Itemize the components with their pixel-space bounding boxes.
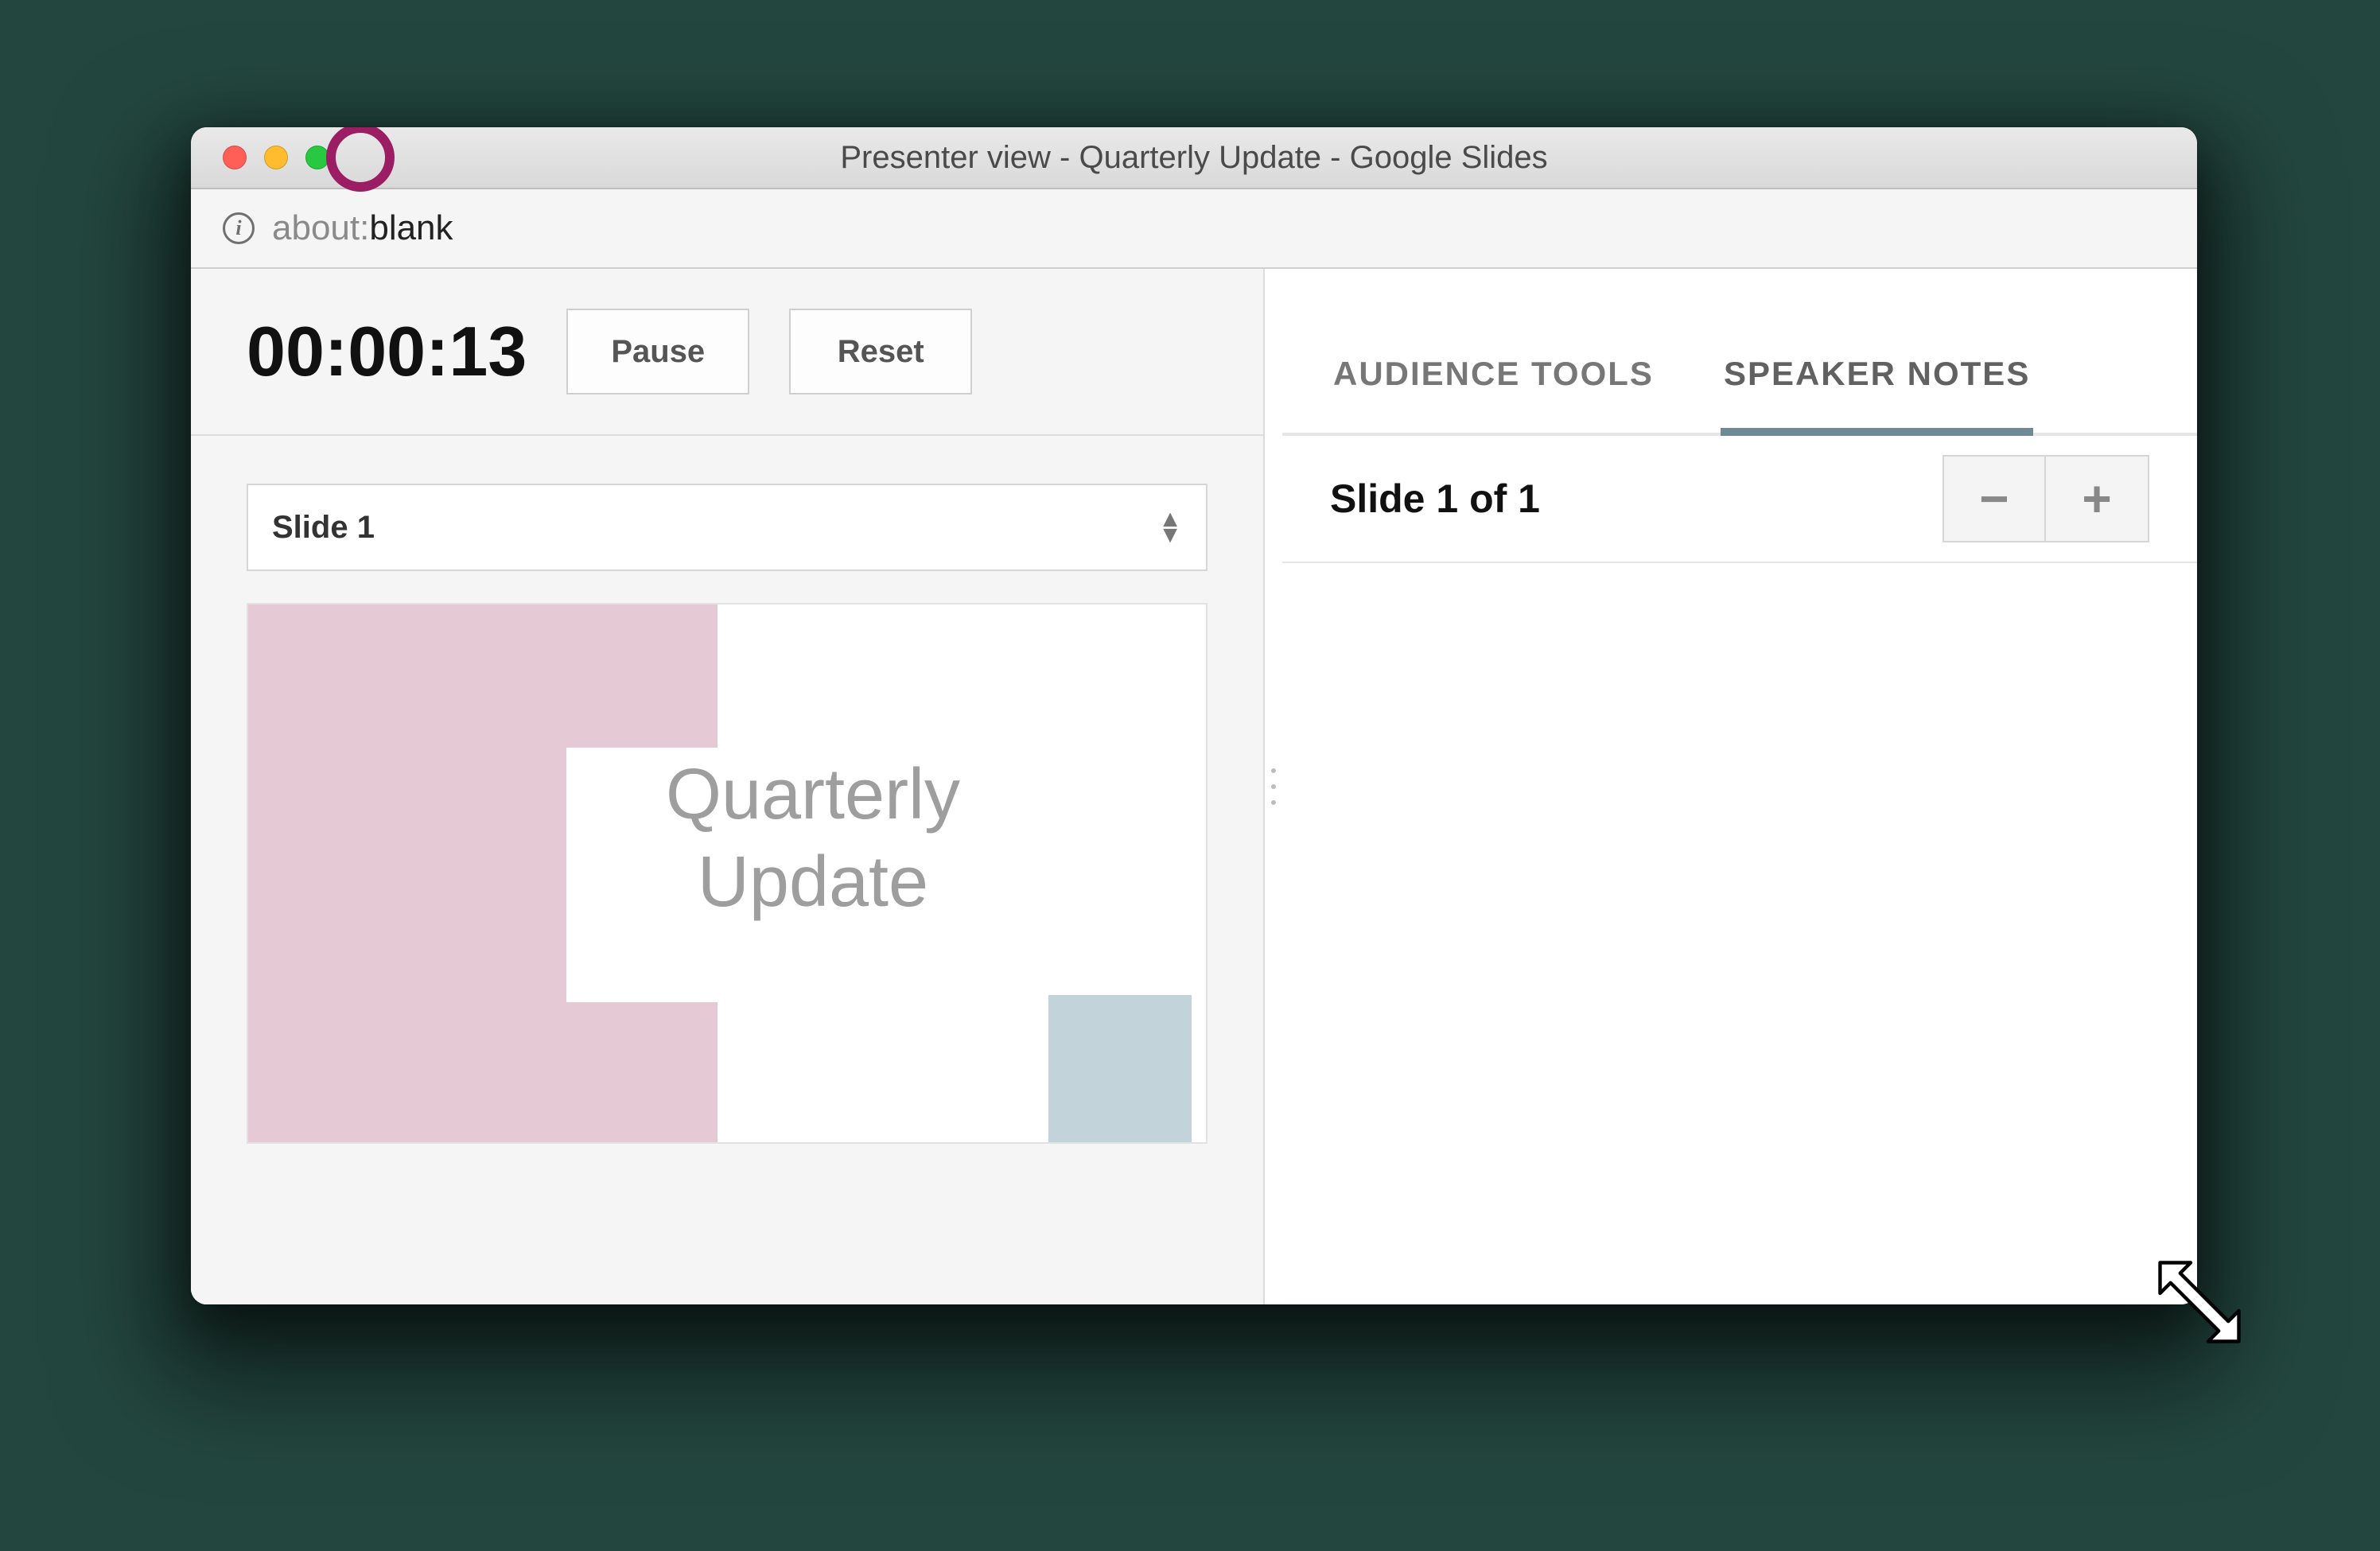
slide-preview-container: Quarterly Update bbox=[191, 603, 1263, 1304]
url-scheme: about: bbox=[272, 208, 369, 247]
zoom-out-button[interactable]: − bbox=[1942, 455, 2046, 542]
slide-selector[interactable]: Slide 1 ▲▼ bbox=[247, 484, 1208, 571]
notes-position: Slide 1 of 1 bbox=[1330, 476, 1540, 522]
close-traffic-light-icon[interactable] bbox=[223, 146, 247, 169]
window-controls bbox=[191, 146, 329, 169]
slide-selector-value: Slide 1 bbox=[272, 510, 375, 546]
elapsed-timer: 00:00:13 bbox=[247, 311, 527, 392]
notes-zoom-controls: − + bbox=[1942, 455, 2149, 542]
slide-title-line2: Update bbox=[698, 842, 928, 922]
maximize-traffic-light-icon[interactable] bbox=[305, 146, 329, 169]
app-window: Presenter view - Quarterly Update - Goog… bbox=[191, 127, 2197, 1304]
notes-header: Slide 1 of 1 − + bbox=[1282, 436, 2197, 563]
tab-speaker-notes[interactable]: SPEAKER NOTES bbox=[1721, 315, 2033, 436]
updown-stepper-icon: ▲▼ bbox=[1158, 513, 1182, 542]
window-titlebar: Presenter view - Quarterly Update - Goog… bbox=[191, 127, 2197, 189]
speaker-notes-body[interactable] bbox=[1282, 563, 2197, 1304]
pause-button[interactable]: Pause bbox=[566, 309, 749, 395]
slide-decor-blue-block bbox=[1048, 995, 1192, 1142]
slide-preview[interactable]: Quarterly Update bbox=[247, 603, 1208, 1144]
tab-audience-tools[interactable]: AUDIENCE TOOLS bbox=[1330, 315, 1657, 436]
slide-selector-row: Slide 1 ▲▼ bbox=[191, 436, 1263, 603]
pane-resize-handle[interactable] bbox=[1265, 269, 1282, 1304]
reset-button[interactable]: Reset bbox=[789, 309, 972, 395]
site-info-icon[interactable]: i bbox=[223, 212, 255, 244]
left-pane: 00:00:13 Pause Reset Slide 1 ▲▼ Quarte bbox=[191, 269, 1265, 1304]
window-title: Presenter view - Quarterly Update - Goog… bbox=[191, 140, 2197, 176]
minimize-traffic-light-icon[interactable] bbox=[264, 146, 288, 169]
browser-address-bar[interactable]: i about:blank bbox=[191, 189, 2197, 269]
timer-row: 00:00:13 Pause Reset bbox=[191, 269, 1263, 436]
url-path: blank bbox=[369, 208, 453, 247]
url-text: about:blank bbox=[272, 208, 453, 248]
grip-dots-icon bbox=[1271, 768, 1276, 805]
highlight-circle-annotation bbox=[326, 127, 395, 192]
right-tabs: AUDIENCE TOOLS SPEAKER NOTES bbox=[1282, 269, 2197, 436]
slide-title-text: Quarterly Update bbox=[566, 752, 1060, 927]
slide-title-line1: Quarterly bbox=[666, 755, 960, 834]
right-pane: AUDIENCE TOOLS SPEAKER NOTES Slide 1 of … bbox=[1282, 269, 2197, 1304]
presenter-content: 00:00:13 Pause Reset Slide 1 ▲▼ Quarte bbox=[191, 269, 2197, 1304]
zoom-in-button[interactable]: + bbox=[2046, 455, 2149, 542]
